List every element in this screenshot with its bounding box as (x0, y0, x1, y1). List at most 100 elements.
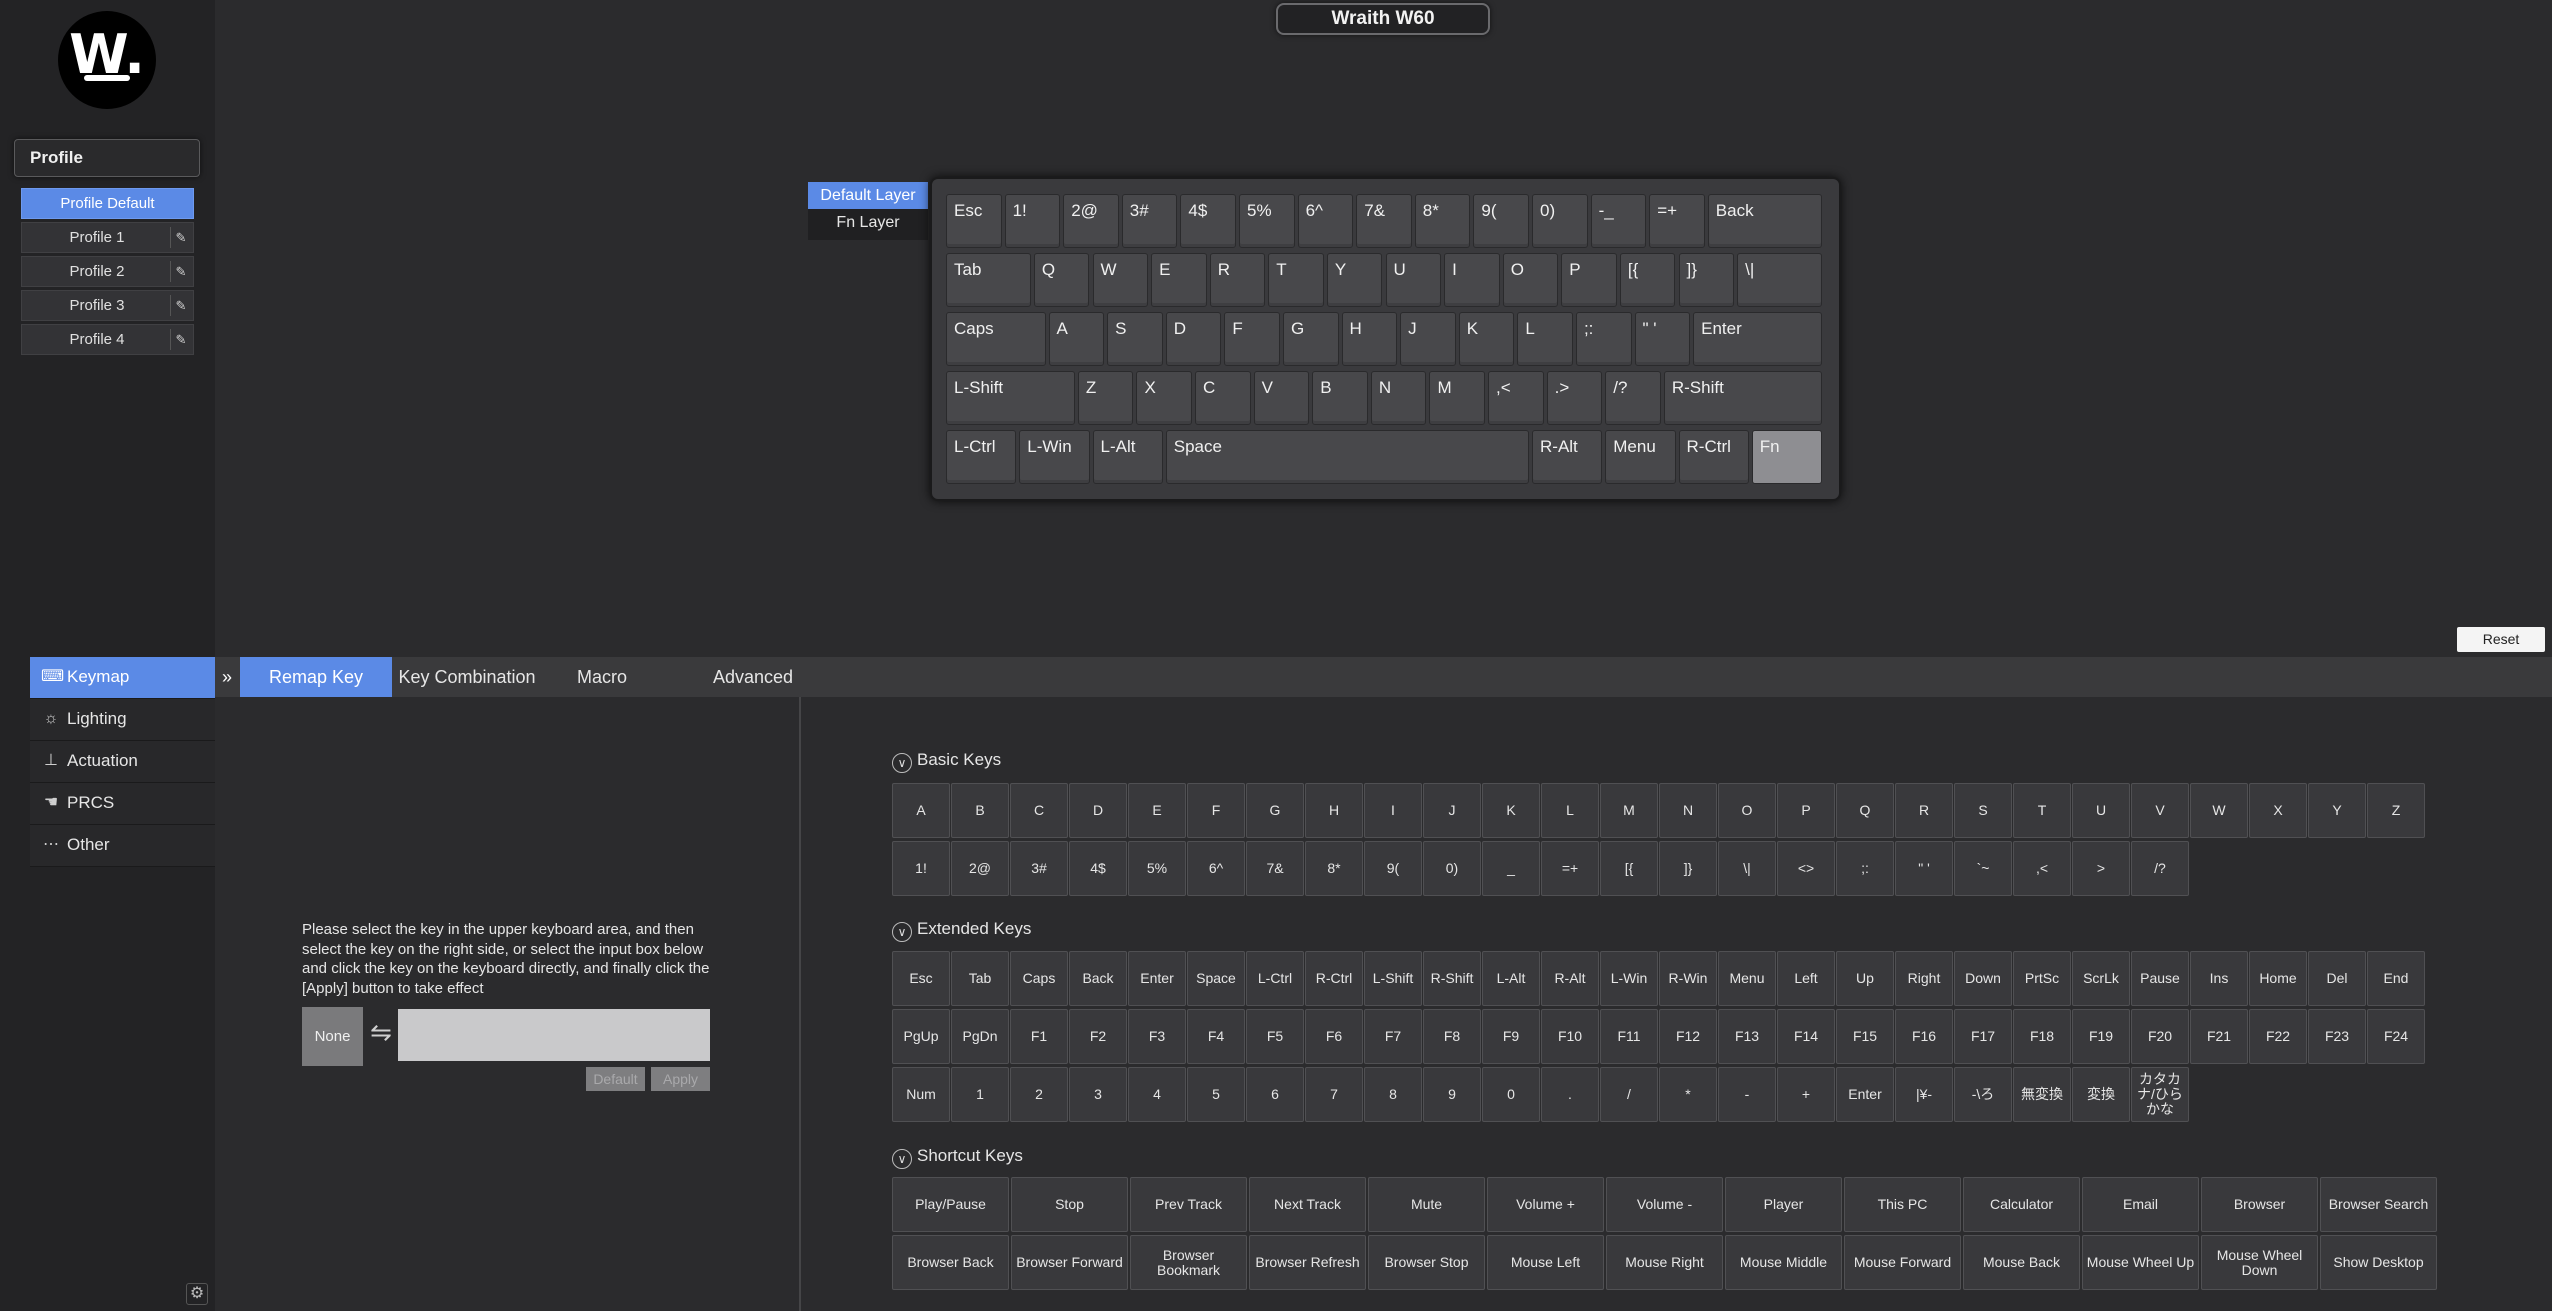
palette-key-l-shift[interactable]: L-Shift (1364, 951, 1422, 1006)
key-l-alt[interactable]: L-Alt (1092, 430, 1163, 484)
key-4[interactable]: 4$ (1180, 194, 1236, 248)
palette-key-home[interactable]: Home (2249, 951, 2307, 1006)
palette-key-browser-refresh[interactable]: Browser Refresh (1249, 1235, 1366, 1290)
palette-key-i[interactable]: I (1364, 783, 1422, 838)
key-9[interactable]: 9( (1473, 194, 1529, 248)
key-8[interactable]: 8* (1414, 194, 1471, 248)
key-back[interactable]: Back (1707, 194, 1822, 248)
palette-key-o[interactable]: O (1718, 783, 1776, 838)
palette-key-l-win[interactable]: L-Win (1600, 951, 1658, 1006)
key-y[interactable]: Y (1326, 253, 1383, 307)
palette-key-f5[interactable]: F5 (1246, 1009, 1304, 1064)
palette-key-9[interactable]: 9 (1423, 1067, 1481, 1122)
palette-key-email[interactable]: Email (2082, 1177, 2199, 1232)
key-r-alt[interactable]: R-Alt (1532, 430, 1603, 484)
palette-key-right[interactable]: Right (1895, 951, 1953, 1006)
palette-key-b[interactable]: B (951, 783, 1009, 838)
key-i[interactable]: I (1444, 253, 1500, 307)
key-5[interactable]: 5% (1239, 194, 1295, 248)
key-sym[interactable]: /? (1605, 371, 1661, 425)
palette-key-sym[interactable]: ;: (1836, 841, 1894, 896)
palette-key-f8[interactable]: F8 (1423, 1009, 1481, 1064)
palette-key-sym[interactable]: ,< (2013, 841, 2071, 896)
palette-key-s[interactable]: S (1954, 783, 2012, 838)
key-s[interactable]: S (1107, 312, 1163, 366)
reset-button[interactable]: Reset (2457, 627, 2545, 652)
key-q[interactable]: Q (1033, 253, 1090, 307)
palette-key-4[interactable]: 4 (1128, 1067, 1186, 1122)
nav-item-prcs[interactable]: ☚ PRCS (30, 783, 215, 825)
apply-button[interactable]: Apply (651, 1067, 710, 1091)
key-3[interactable]: 3# (1121, 194, 1178, 248)
palette-key-sym[interactable]: " ' (1895, 841, 1953, 896)
palette-key-enter[interactable]: Enter (1128, 951, 1186, 1006)
edit-icon[interactable]: ✎ (170, 329, 191, 350)
layer-fn[interactable]: Fn Layer (808, 209, 928, 236)
palette-key-stop[interactable]: Stop (1011, 1177, 1128, 1232)
palette-key-h[interactable]: H (1305, 783, 1363, 838)
shortcut-keys-header[interactable]: ∨ Shortcut Keys (892, 1145, 1023, 1169)
edit-icon[interactable]: ✎ (170, 227, 191, 248)
settings-gear-icon[interactable]: ⚙ (186, 1283, 208, 1305)
palette-key-browser-stop[interactable]: Browser Stop (1368, 1235, 1485, 1290)
profile-header[interactable]: Profile (14, 139, 200, 177)
palette-key-w[interactable]: W (2190, 783, 2248, 838)
key-m[interactable]: M (1429, 371, 1486, 425)
palette-key-5[interactable]: 5 (1187, 1067, 1245, 1122)
palette-key-7[interactable]: 7 (1305, 1067, 1363, 1122)
palette-key-sym[interactable]: - (1718, 1067, 1776, 1122)
key-c[interactable]: C (1195, 371, 1251, 425)
palette-key-r-ctrl[interactable]: R-Ctrl (1305, 951, 1363, 1006)
palette-key-up[interactable]: Up (1836, 951, 1894, 1006)
palette-key-mute[interactable]: Mute (1368, 1177, 1485, 1232)
palette-key-f20[interactable]: F20 (2131, 1009, 2189, 1064)
palette-key-v[interactable]: V (2131, 783, 2189, 838)
palette-key-pause[interactable]: Pause (2131, 951, 2189, 1006)
palette-key-6[interactable]: 6^ (1187, 841, 1245, 896)
key-w[interactable]: W (1092, 253, 1149, 307)
profile-item[interactable]: Profile 4 ✎ (21, 324, 194, 355)
key-2[interactable]: 2@ (1063, 194, 1119, 248)
palette-key-1[interactable]: 1! (892, 841, 950, 896)
palette-key-f19[interactable]: F19 (2072, 1009, 2130, 1064)
palette-key-a[interactable]: A (892, 783, 950, 838)
palette-key-num[interactable]: Num (892, 1067, 950, 1122)
key-n[interactable]: N (1370, 371, 1427, 425)
palette-key-sym[interactable]: _ (1482, 841, 1540, 896)
palette-key-mouse-middle[interactable]: Mouse Middle (1725, 1235, 1842, 1290)
palette-key-back[interactable]: Back (1069, 951, 1127, 1006)
palette-key-j[interactable]: J (1423, 783, 1481, 838)
palette-key-sym[interactable]: [{ (1600, 841, 1658, 896)
palette-key-sym[interactable]: . (1541, 1067, 1599, 1122)
key-t[interactable]: T (1268, 253, 1324, 307)
palette-key-mouse-wheel-up[interactable]: Mouse Wheel Up (2082, 1235, 2199, 1290)
palette-key-r-shift[interactable]: R-Shift (1423, 951, 1481, 1006)
key-e[interactable]: E (1151, 253, 1207, 307)
palette-key-show-desktop[interactable]: Show Desktop (2320, 1235, 2437, 1290)
palette-key-f12[interactable]: F12 (1659, 1009, 1717, 1064)
palette-key-6[interactable]: 6 (1246, 1067, 1304, 1122)
nav-item-other[interactable]: ⋯ Other (30, 825, 215, 867)
palette-key-f1[interactable]: F1 (1010, 1009, 1068, 1064)
nav-item-lighting[interactable]: ☼ Lighting (30, 699, 215, 741)
palette-key-8[interactable]: 8 (1364, 1067, 1422, 1122)
palette-key-scrlk[interactable]: ScrLk (2072, 951, 2130, 1006)
key-input-field[interactable] (398, 1009, 710, 1061)
profile-item[interactable]: Profile 1 ✎ (21, 222, 194, 253)
palette-key-prtsc[interactable]: PrtSc (2013, 951, 2071, 1006)
palette-key-n[interactable]: N (1659, 783, 1717, 838)
profile-item[interactable]: Profile 2 ✎ (21, 256, 194, 287)
palette-key-down[interactable]: Down (1954, 951, 2012, 1006)
palette-key-r[interactable]: R (1895, 783, 1953, 838)
palette-key-f11[interactable]: F11 (1600, 1009, 1658, 1064)
palette-key-sym[interactable]: <> (1777, 841, 1835, 896)
key-7[interactable]: 7& (1356, 194, 1412, 248)
key-r-shift[interactable]: R-Shift (1663, 371, 1822, 425)
palette-key-sym[interactable]: |¥- (1895, 1067, 1953, 1122)
palette-key-2[interactable]: 2@ (951, 841, 1009, 896)
palette-key-g[interactable]: G (1246, 783, 1304, 838)
key-sym[interactable]: ]} (1678, 253, 1735, 307)
palette-key-x[interactable]: X (2249, 783, 2307, 838)
palette-key-play-pause[interactable]: Play/Pause (892, 1177, 1009, 1232)
nav-item-keymap[interactable]: ⌨ Keymap (30, 657, 215, 699)
